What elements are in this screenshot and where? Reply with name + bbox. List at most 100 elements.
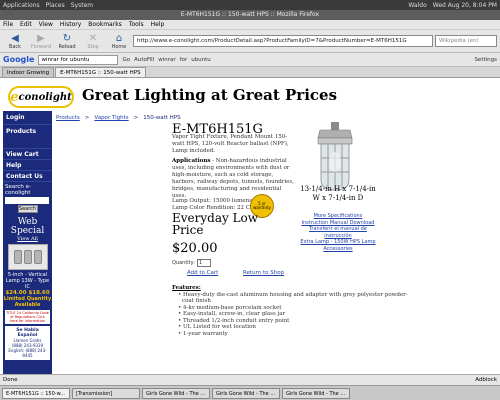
page-content: e conolight Great Lighting at Great Price… — [0, 78, 500, 374]
instruction-manual-link[interactable]: Instruction Manual Download — [296, 220, 380, 227]
back-arrow-icon: ◀ — [11, 32, 19, 44]
autofill-button[interactable]: AutoFill — [134, 57, 154, 63]
google-logo: Google — [3, 55, 35, 64]
menu-file[interactable]: File — [3, 21, 13, 28]
quantity-input[interactable]: 1 — [196, 259, 211, 267]
applications-text: - Non-hazardous industrial uses, includi… — [172, 158, 294, 199]
tab-bar: Indoor Growing E-MT6H151G :: 150-watt HP… — [0, 67, 500, 78]
breadcrumb-current: 150-watt HPS — [143, 115, 181, 121]
status-text: Done — [3, 377, 18, 383]
product-applications: Applications - Non-hazardous industrial … — [172, 158, 294, 200]
logo-e: e — [10, 89, 19, 105]
product-dimensions: 13-1/4-in H x 7-1/4-in W x 7-1/4-in D — [300, 185, 376, 202]
sidebar-search: Search e-conolight Search — [3, 182, 52, 215]
lamp-thumb-icon — [33, 250, 42, 264]
tab-product[interactable]: E-MT6H151G :: 150-watt HPS — [55, 67, 146, 77]
status-bar: Done Adblock — [0, 374, 500, 385]
applications-menu[interactable]: Applications — [3, 2, 40, 9]
product-links: More Specifications Instruction Manual D… — [296, 213, 380, 253]
sidebar-search-label: Search e-conolight — [5, 184, 32, 196]
sidebar-search-button[interactable]: Search — [17, 205, 38, 213]
web-special: Web Special View All — [3, 218, 52, 243]
gnome-top-panel: Applications Places System Waldo Wed Aug… — [0, 0, 500, 10]
spanish-title: Se Habla Español — [16, 328, 39, 338]
clock[interactable]: Wed Aug 20, 8:04 PM — [433, 2, 497, 9]
window-title: E-MT6H151G :: 150-watt HPS :: Mozilla Fi… — [0, 10, 500, 20]
web-special-title-2: Special — [10, 226, 45, 236]
sidebar-search-input[interactable] — [5, 197, 49, 204]
stop-button[interactable]: ✕ Stop — [81, 33, 105, 50]
navigation-toolbar: ◀ Back ▶ Forward ↻ Reload ✕ Stop ⌂ Home http:… — [0, 30, 500, 53]
user-name[interactable]: Waldo — [408, 2, 426, 9]
search-input[interactable]: Wikipedia (en) — [435, 35, 497, 47]
product-features: Features: Heavy-duty die-cast aluminum h… — [172, 285, 412, 337]
system-menu[interactable]: System — [71, 2, 93, 9]
special-product: 5-inch - Vertical Lamp 13W - Type IC $24… — [3, 272, 52, 308]
accessories-link[interactable]: Accessories — [296, 246, 380, 253]
home-button[interactable]: ⌂ Home — [107, 33, 131, 50]
lamp-thumb-icon — [13, 250, 22, 264]
highlight-term-winrar[interactable]: winrar — [158, 57, 175, 63]
quantity-label: Quantity: — [172, 260, 195, 266]
menu-history[interactable]: History — [60, 21, 81, 28]
title24-notice[interactable]: TITLE 24 California Code of Regulations … — [5, 310, 50, 324]
extra-lamp-link[interactable]: Extra Lamp - 150W HPS Lamp — [296, 239, 380, 246]
adblock-button[interactable]: Adblock — [475, 375, 497, 385]
add-to-cart-link[interactable]: Add to Cart — [187, 270, 218, 276]
more-specifications-link[interactable]: More Specifications — [296, 213, 380, 220]
quantity-field: Quantity: 1 — [172, 259, 211, 267]
breadcrumb: Products > Vapor Tights > 150-watt HPS — [56, 115, 181, 121]
sidebar-item-products[interactable]: Products — [3, 125, 52, 149]
everyday-low-price-label: Everyday Low Price — [172, 211, 259, 237]
product-description: Vapor Tight Fixture, Pendant Mount 150-w… — [172, 134, 289, 154]
lamp-specs: Lamp Output: 15000 lumens Lamp Color Ren… — [172, 198, 256, 211]
spanish-line: English: (888) 243-8445 — [8, 348, 47, 358]
product-image[interactable] — [312, 122, 358, 194]
taskbar: E-MT6H151G :: 150-w... [Transmission] Gi… — [0, 385, 500, 400]
sidebar-item-login[interactable]: Login — [3, 111, 52, 125]
breadcrumb-vapor-tights[interactable]: Vapor Tights — [94, 115, 128, 121]
sidebar-item-contact-us[interactable]: Contact Us — [3, 171, 52, 182]
reload-button[interactable]: ↻ Reload — [55, 33, 79, 50]
taskbar-item-firefox[interactable]: E-MT6H151G :: 150-w... — [2, 387, 70, 399]
menu-edit[interactable]: Edit — [20, 21, 32, 28]
taskbar-item[interactable]: Girls Gone Wild - The ... — [212, 387, 280, 399]
highlight-term-ubuntu[interactable]: ubuntu — [191, 57, 211, 63]
breadcrumb-products[interactable]: Products — [56, 115, 80, 121]
sidebar-item-help[interactable]: Help — [3, 160, 52, 171]
stop-icon: ✕ — [88, 32, 98, 44]
applications-label: Applications — [172, 158, 211, 164]
special-product-name[interactable]: 5-inch - Vertical Lamp 13W - Type IC — [3, 272, 52, 290]
lamp-output: Lamp Output: 15000 lumens — [172, 198, 252, 204]
forward-button[interactable]: ▶ Forward — [29, 33, 53, 50]
google-settings-button[interactable]: Settings — [474, 57, 497, 63]
highlight-term-for[interactable]: for — [180, 57, 188, 63]
back-button[interactable]: ◀ Back — [3, 33, 27, 50]
google-search-input[interactable]: winrar for ubuntu — [38, 54, 119, 65]
return-to-shop-link[interactable]: Return to Shop — [243, 270, 284, 276]
places-menu[interactable]: Places — [46, 2, 65, 9]
site-slogan: Great Lighting at Great Prices — [82, 86, 338, 104]
feature-item: Heavy-duty die-cast aluminum housing and… — [178, 292, 412, 305]
url-input[interactable]: http://www.e-conolight.com/ProductDetail… — [133, 35, 433, 47]
sidebar: Login Products View Cart Help Contact Us… — [3, 111, 52, 374]
taskbar-item[interactable]: Girls Gone Wild - The ... — [282, 387, 350, 399]
logo-text: conolight — [18, 91, 72, 103]
view-all-link[interactable]: View All — [3, 236, 52, 242]
taskbar-item-transmission[interactable]: [Transmission] — [72, 387, 140, 399]
site-logo[interactable]: e conolight — [8, 86, 74, 108]
tab-indoor-growing[interactable]: Indoor Growing — [2, 67, 55, 77]
google-toolbar: Google winrar for ubuntu Go AutoFill win… — [0, 53, 500, 67]
menu-view[interactable]: View — [39, 21, 53, 28]
product-price: $20.00 — [172, 241, 218, 256]
menu-bookmarks[interactable]: Bookmarks — [88, 21, 122, 28]
menu-tools[interactable]: Tools — [129, 21, 144, 28]
special-product-image[interactable] — [7, 244, 48, 270]
special-product-qualifier: Limited Quantity Available — [3, 296, 52, 308]
menu-bar: File Edit View History Bookmarks Tools H… — [0, 20, 500, 30]
google-go-button[interactable]: Go — [122, 57, 130, 63]
sidebar-item-view-cart[interactable]: View Cart — [3, 149, 52, 160]
menu-help[interactable]: Help — [151, 21, 165, 28]
taskbar-item[interactable]: Girls Gone Wild - The ... — [142, 387, 210, 399]
spanish-manual-link[interactable]: Transferir el manual de instrucción — [296, 226, 380, 239]
